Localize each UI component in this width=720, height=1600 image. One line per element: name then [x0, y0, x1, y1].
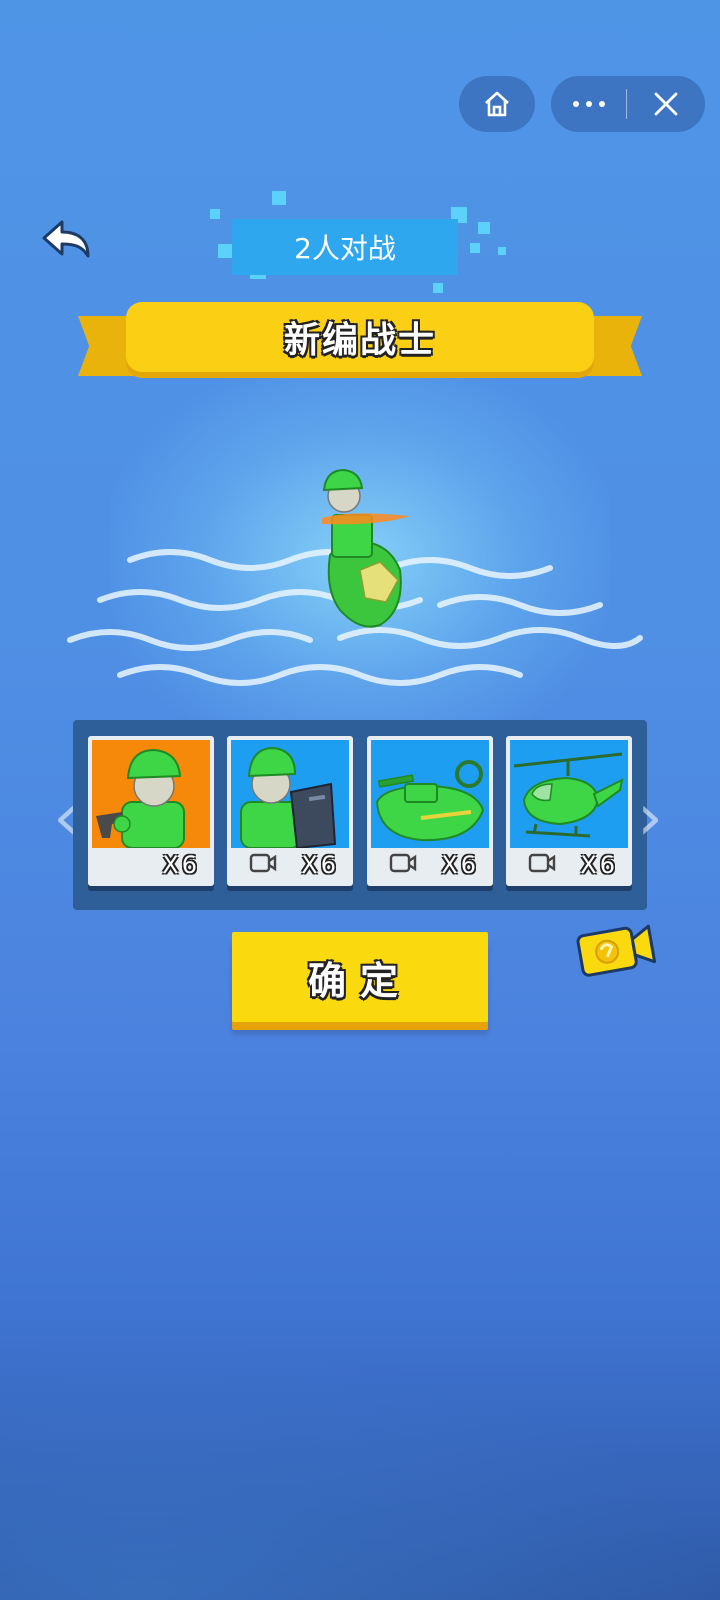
unit-slot-helicopter[interactable]: X6 — [506, 736, 632, 886]
pixel-decoration — [470, 243, 480, 253]
home-icon — [485, 91, 509, 117]
back-arrow-icon — [42, 220, 90, 258]
home-button[interactable] — [459, 76, 535, 132]
pixel-decoration — [433, 283, 443, 293]
unit-preview — [67, 468, 643, 686]
page-title: 新编战士 — [126, 302, 594, 372]
unit-count: X6 — [580, 851, 618, 879]
carousel-prev-button[interactable]: ‹ — [46, 786, 86, 850]
shield-soldier-image — [231, 740, 349, 848]
mode-label: 2人对战 — [232, 219, 458, 275]
unit-count: X6 — [441, 851, 479, 879]
more-dots-icon — [572, 101, 579, 107]
carousel-next-button[interactable]: › — [630, 786, 670, 850]
confirm-button[interactable]: 确定 — [232, 932, 488, 1022]
close-icon — [654, 92, 677, 116]
mini-program-menu — [551, 76, 705, 132]
video-record-button[interactable] — [574, 918, 660, 982]
pixel-decoration — [478, 222, 490, 234]
mode-label-text: 2人对战 — [294, 232, 396, 265]
unit-count: X6 — [301, 851, 339, 879]
tank-boat-image — [371, 740, 489, 848]
title-ribbon: 新编战士 — [78, 302, 642, 390]
video-camera-icon — [576, 924, 657, 977]
unit-slot-pistol-soldier[interactable]: X6 — [88, 736, 214, 886]
close-button[interactable] — [627, 76, 705, 132]
pixel-decoration — [210, 209, 220, 219]
unit-slot-shield-soldier[interactable]: X6 — [227, 736, 353, 886]
helicopter-image — [510, 740, 628, 848]
pixel-decoration — [218, 244, 232, 258]
pistol-soldier-image — [92, 740, 210, 848]
back-button[interactable] — [38, 216, 94, 266]
pixel-decoration — [498, 247, 506, 255]
unit-slot-tank-boat[interactable]: X6 — [367, 736, 493, 886]
more-button[interactable] — [552, 76, 626, 132]
background-shade — [0, 1340, 720, 1600]
pixel-decoration — [272, 191, 286, 205]
unit-count: X6 — [162, 851, 200, 879]
